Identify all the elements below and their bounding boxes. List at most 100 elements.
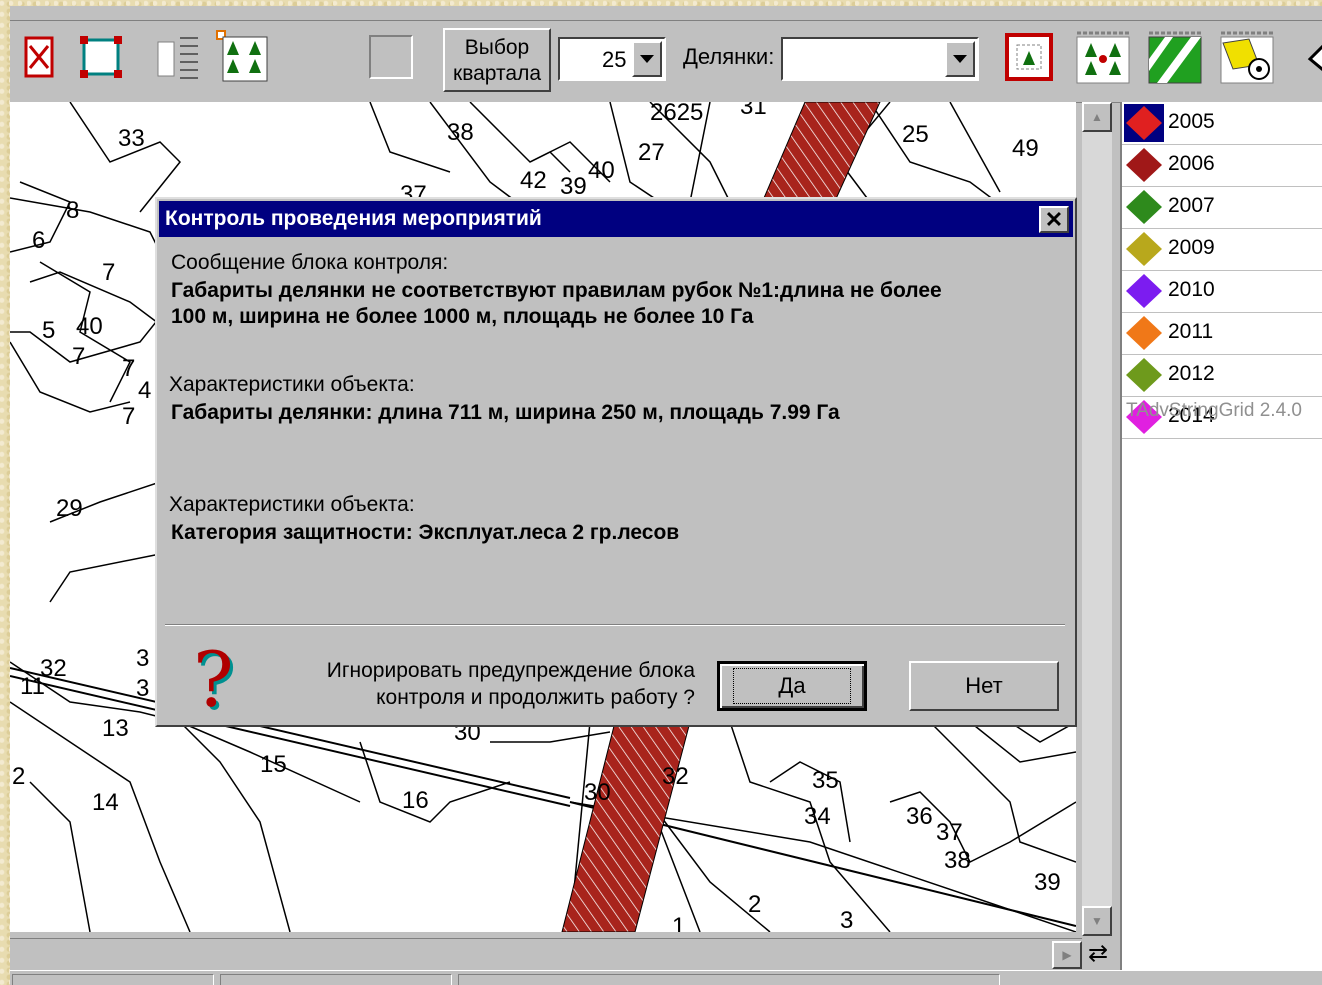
- map-label: 2625: [650, 102, 703, 126]
- legend-row[interactable]: 2009: [1122, 228, 1322, 271]
- forest-trees-icon[interactable]: [214, 28, 272, 86]
- map-label: 8: [66, 197, 79, 224]
- hatch-fill-icon[interactable]: [1146, 28, 1204, 86]
- toolbar: Выбор квартала 25 Делянки:: [10, 6, 1322, 103]
- status-segment: [12, 974, 214, 985]
- select-region-icon[interactable]: [72, 28, 130, 86]
- protection-category-value: Категория защитности: Эксплуат.леса 2 гр…: [171, 521, 680, 544]
- map-label: 3: [136, 645, 149, 672]
- legend-row[interactable]: 2006: [1122, 144, 1322, 187]
- map-label: 27: [638, 139, 665, 166]
- orange-diamond-icon: [1126, 316, 1162, 350]
- map-label: 7: [102, 259, 115, 286]
- map-label: 42: [520, 167, 547, 194]
- map-label: 37: [936, 819, 963, 846]
- legend-swatch: [1126, 358, 1162, 392]
- map-vertical-scrollbar[interactable]: ▲ ▼: [1082, 102, 1112, 936]
- message-line-1: Габариты делянки не соответствуют правил…: [171, 279, 942, 302]
- legend-year: 2009: [1168, 236, 1215, 259]
- toolbar-top-strip: [10, 6, 1322, 21]
- legend-swatch: [1126, 190, 1162, 224]
- message-label: Сообщение блока контроля:: [171, 251, 449, 274]
- quarter-number-select[interactable]: 25: [558, 37, 666, 81]
- scroll-down-icon[interactable]: ▼: [1082, 906, 1112, 936]
- plot-dimensions-value: Габариты делянки: длина 711 м, ширина 25…: [171, 401, 840, 424]
- legend-year: 2011: [1168, 320, 1214, 343]
- map-label: 16: [402, 787, 429, 814]
- map-label: 13: [102, 715, 129, 742]
- map-label: 29: [56, 495, 83, 522]
- no-button[interactable]: Нет: [909, 661, 1059, 711]
- yes-button[interactable]: Да: [717, 661, 867, 711]
- map-label: 34: [804, 803, 831, 830]
- legend-row[interactable]: 2011: [1122, 312, 1322, 355]
- legend-year: 2007: [1168, 194, 1215, 217]
- control-dialog: Контроль проведения мероприятий ✕ Сообще…: [155, 197, 1077, 727]
- list-view-icon[interactable]: [150, 28, 208, 86]
- grid-watermark: TAdvStringGrid 2.4.0: [1126, 400, 1303, 421]
- quarter-number-value: 25: [602, 47, 627, 72]
- map-label: 25: [902, 121, 929, 148]
- prompt-line-1: Игнорировать предупреждение блока: [326, 659, 695, 682]
- map-label: 38: [447, 119, 474, 146]
- map-label: 7: [122, 403, 135, 430]
- message-line-2: 100 м, ширина не более 1000 м, площадь н…: [171, 305, 754, 328]
- legend-row[interactable]: 2005: [1122, 102, 1322, 145]
- legend-swatch: [1126, 148, 1162, 182]
- close-button[interactable]: ✕: [1039, 206, 1069, 233]
- plots-select[interactable]: [781, 37, 979, 81]
- legend-row[interactable]: 2007: [1122, 186, 1322, 229]
- legend-year: 2010: [1168, 278, 1215, 301]
- tree-grid-icon[interactable]: [1074, 28, 1132, 86]
- map-label: 7: [72, 343, 85, 370]
- legend-year: 2005: [1168, 110, 1215, 133]
- red-diamond-icon: [1124, 104, 1164, 142]
- dialog-title: Контроль проведения мероприятий: [165, 207, 542, 230]
- delete-plot-icon[interactable]: [10, 28, 68, 86]
- select-quarter-button[interactable]: Выбор квартала: [443, 28, 551, 92]
- arrow-tool-icon[interactable]: [1292, 28, 1322, 86]
- purple-diamond-icon: [1126, 274, 1162, 308]
- map-label: 49: [1012, 135, 1039, 162]
- map-horizontal-scrollbar[interactable]: ▶: [10, 938, 1082, 969]
- map-label: 36: [906, 803, 933, 830]
- status-segment: [458, 974, 1000, 985]
- legend-swatch: [1126, 232, 1162, 266]
- saw-cutting-icon[interactable]: [1218, 28, 1276, 86]
- legend-swatch: [1126, 316, 1162, 350]
- map-label: 3: [136, 675, 149, 702]
- dialog-titlebar[interactable]: Контроль проведения мероприятий ✕: [159, 201, 1073, 237]
- select-quarter-line1: Выбор: [464, 36, 530, 59]
- legend-row[interactable]: 2012: [1122, 354, 1322, 397]
- map-label: 6: [32, 227, 45, 254]
- map-label: 3: [840, 907, 853, 932]
- map-label: 35: [812, 767, 839, 794]
- plot-frame-icon[interactable]: [1000, 28, 1058, 86]
- scroll-right-icon[interactable]: ▶: [1052, 941, 1082, 969]
- scroll-up-icon[interactable]: ▲: [1082, 102, 1112, 132]
- chevron-down-icon[interactable]: [632, 41, 662, 77]
- swap-arrows-icon[interactable]: ⇄: [1084, 938, 1112, 968]
- legend-swatch: [1126, 274, 1162, 308]
- map-label: 40: [76, 313, 103, 340]
- empty-toggle-icon[interactable]: [362, 28, 420, 86]
- object-characteristics-label: Характеристики объекта:: [169, 493, 415, 516]
- map-label: 5: [42, 317, 55, 344]
- year-legend-grid[interactable]: 2005 2006 2007 2009 2010 2011 2012 2014 …: [1120, 102, 1322, 970]
- no-button-label: Нет: [965, 673, 1003, 698]
- map-label: 38: [944, 847, 971, 874]
- dialog-separator: [165, 624, 1065, 626]
- map-label: 40: [588, 157, 615, 184]
- yes-button-label: Да: [733, 668, 851, 704]
- legend-row[interactable]: 2010: [1122, 270, 1322, 313]
- legend-year: 2006: [1168, 152, 1215, 175]
- map-label: 15: [260, 751, 287, 778]
- prompt-line-2: контроля и продолжить работу ?: [376, 686, 695, 709]
- olive-green-diamond-icon: [1126, 358, 1162, 392]
- map-label: 1: [672, 913, 685, 932]
- status-segment: [220, 974, 452, 985]
- chevron-down-icon[interactable]: [945, 41, 975, 77]
- dark-red-diamond-icon: [1126, 148, 1162, 182]
- map-label: 39: [560, 173, 587, 200]
- map-label: 2: [12, 763, 25, 790]
